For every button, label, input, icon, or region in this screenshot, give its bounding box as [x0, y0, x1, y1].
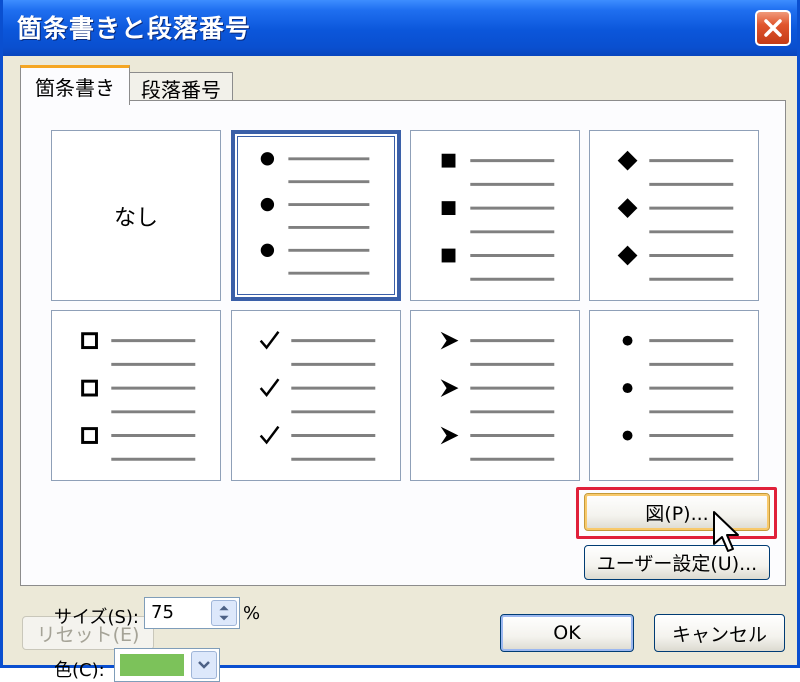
bullet-style-hollow-square[interactable] — [51, 310, 221, 481]
ok-button[interactable]: OK — [500, 614, 634, 652]
dot-bullet-preview — [622, 335, 734, 461]
bullet-style-filled-diamond[interactable] — [589, 130, 759, 301]
square-bullet-preview — [441, 153, 555, 281]
dialog-window: 箇条書きと段落番号 箇条書き 段落番号 なし サイズ(S): 75 % 色(C)… — [0, 0, 800, 682]
size-unit: % — [243, 603, 261, 624]
bullet-style-none[interactable]: なし — [51, 130, 221, 301]
bullet-style-checkmark[interactable] — [231, 310, 401, 481]
color-dropdown[interactable] — [114, 648, 220, 682]
circle-bullet-preview — [260, 152, 370, 275]
close-button[interactable] — [755, 10, 791, 46]
hollow-square-bullet-preview — [81, 332, 196, 461]
dropdown-button[interactable] — [191, 651, 217, 679]
diamond-bullet-preview — [617, 150, 734, 281]
bullet-style-filled-circle[interactable] — [231, 130, 401, 301]
none-label: なし — [113, 205, 158, 231]
size-label: サイズ(S): — [54, 607, 139, 628]
bullet-style-arrowhead[interactable] — [410, 310, 580, 481]
color-swatch — [120, 654, 184, 676]
check-bullet-preview — [259, 331, 376, 461]
close-icon — [764, 19, 782, 37]
size-spin-buttons[interactable] — [211, 600, 237, 626]
tab-bullets[interactable]: 箇条書き — [20, 65, 130, 105]
title-bar[interactable]: 箇条書きと段落番号 — [3, 0, 797, 56]
arrow-bullet-preview — [440, 331, 555, 461]
spin-arrows-icon — [219, 605, 229, 621]
dialog-title: 箇条書きと段落番号 — [17, 14, 252, 43]
color-label: 色(C): — [54, 660, 105, 681]
chevron-down-icon — [198, 661, 210, 669]
bullet-style-filled-square[interactable] — [410, 130, 580, 301]
mouse-cursor-icon — [713, 511, 739, 552]
size-spinner[interactable]: 75 — [144, 597, 240, 629]
size-value[interactable]: 75 — [151, 602, 174, 623]
cancel-button[interactable]: キャンセル — [654, 614, 785, 652]
bullet-style-small-dot[interactable] — [589, 310, 759, 481]
tab-numbering[interactable]: 段落番号 — [129, 72, 233, 103]
